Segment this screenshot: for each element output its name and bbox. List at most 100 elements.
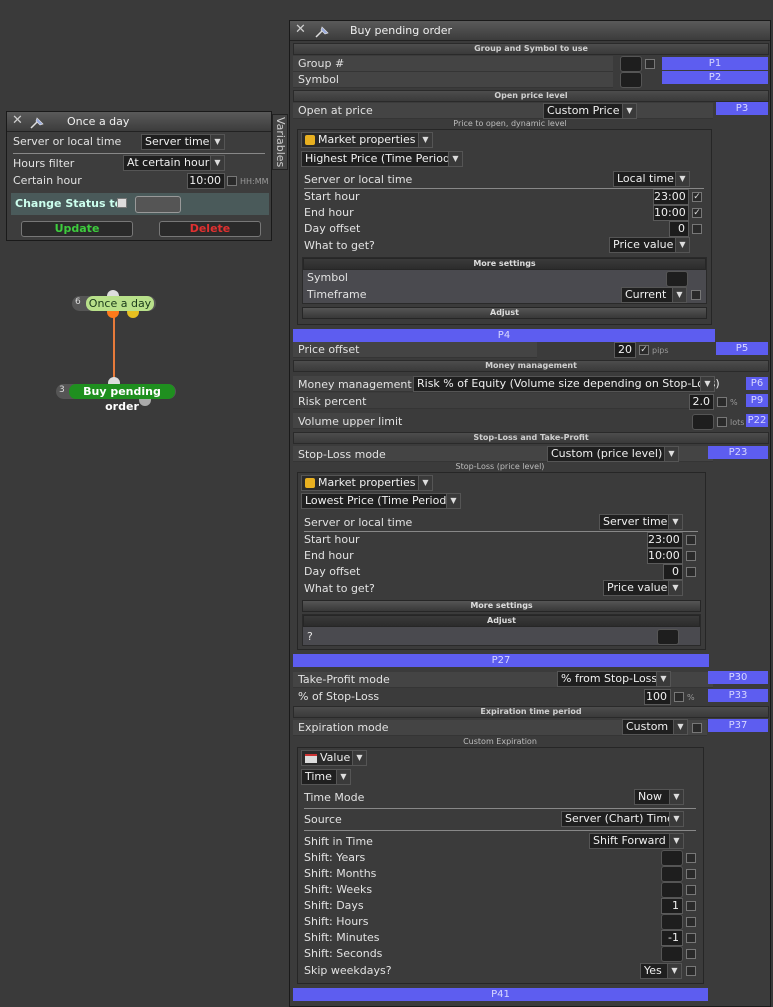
variables-tab[interactable]: Variables — [272, 114, 288, 170]
more-settings-button-2[interactable]: More settings — [302, 600, 701, 612]
months-checkbox[interactable] — [686, 869, 696, 879]
start-hour-input[interactable]: 23:00 — [653, 189, 689, 205]
adjust-header-2[interactable]: Adjust — [303, 615, 700, 627]
skip-checkbox[interactable] — [686, 966, 696, 976]
hours-filter-dropdown[interactable]: At certain hour ▼ — [123, 155, 225, 171]
p27-bar[interactable]: P27 — [293, 654, 709, 667]
seconds-checkbox[interactable] — [686, 949, 696, 959]
days-checkbox[interactable] — [686, 901, 696, 911]
lowest-price-value: Lowest Price (Time Period) — [305, 494, 451, 507]
pin-icon[interactable] — [29, 114, 47, 130]
p6-bar[interactable]: P6 — [746, 377, 768, 390]
day-offset-input[interactable]: 0 — [669, 221, 689, 237]
minutes-input[interactable]: -1 — [661, 930, 683, 946]
delete-button[interactable]: Delete — [159, 221, 261, 237]
buy-title-bar[interactable]: ✕ Buy pending order — [290, 21, 770, 41]
start2-input[interactable]: 23:00 — [647, 532, 683, 548]
p33-bar[interactable]: P33 — [708, 689, 768, 702]
time-mode-dropdown[interactable]: Now ▼ — [634, 789, 684, 805]
skip-dropdown[interactable]: Yes ▼ — [640, 963, 682, 979]
p23-bar[interactable]: P23 — [708, 446, 768, 459]
p2-bar[interactable]: P2 — [662, 71, 768, 84]
node-buy-pending-order[interactable]: 3 Buy pending order — [56, 384, 176, 413]
p30-bar[interactable]: P30 — [708, 671, 768, 684]
time-dropdown[interactable]: Time ▼ — [301, 769, 351, 785]
exp-checkbox[interactable] — [692, 723, 702, 733]
more-settings-header[interactable]: More settings — [303, 258, 706, 270]
price-offset-checkbox[interactable]: ✓ — [639, 345, 649, 355]
price-offset-input[interactable]: 20 — [614, 342, 636, 358]
p41-bar[interactable]: P41 — [293, 988, 708, 1001]
p37-bar[interactable]: P37 — [708, 719, 768, 732]
pin-icon[interactable] — [314, 23, 332, 39]
end-hour-input[interactable]: 10:00 — [653, 205, 689, 221]
adjust-button[interactable]: Adjust — [302, 307, 707, 319]
minutes-checkbox[interactable] — [686, 933, 696, 943]
lowest-price-dropdown[interactable]: Lowest Price (Time Period) ▼ — [301, 493, 461, 509]
open-dropdown[interactable]: Custom Price ▼ — [543, 103, 637, 119]
weeks-checkbox[interactable] — [686, 885, 696, 895]
p3-bar[interactable]: P3 — [716, 102, 768, 115]
sl-time-dropdown[interactable]: Local time ▼ — [613, 171, 690, 187]
symbol-input[interactable] — [620, 72, 642, 88]
what2-dropdown[interactable]: Price value ▼ — [603, 580, 683, 596]
change-status-checkbox[interactable] — [117, 198, 127, 208]
vol-input[interactable] — [692, 414, 714, 430]
node-once-a-day[interactable]: 6 Once a day — [72, 296, 156, 311]
certain-hour-checkbox[interactable] — [227, 176, 237, 186]
server-local-dropdown[interactable]: Server time ▼ — [141, 134, 225, 150]
highest-price-dropdown[interactable]: Highest Price (Time Period) ▼ — [301, 151, 463, 167]
market-properties-dropdown[interactable]: Market properties ▼ — [301, 132, 433, 148]
dayoff2-input[interactable]: 0 — [663, 564, 683, 580]
update-button[interactable]: Update — [21, 221, 133, 237]
risk-input[interactable]: 2.0 — [689, 394, 714, 410]
tp-mode-dropdown[interactable]: % from Stop-Loss ▼ — [557, 671, 671, 687]
days-input[interactable]: 1 — [661, 898, 683, 914]
end2-checkbox[interactable] — [686, 551, 696, 561]
vol-checkbox[interactable] — [717, 417, 727, 427]
seconds-input[interactable] — [661, 946, 683, 962]
group-label: Group # — [298, 57, 345, 70]
weeks-input[interactable] — [661, 882, 683, 898]
p22-bar[interactable]: P22 — [746, 414, 768, 427]
dayoff2-checkbox[interactable] — [686, 567, 696, 577]
market-properties-dropdown-2[interactable]: Market properties ▼ — [301, 475, 433, 491]
mm-dropdown[interactable]: Risk % of Equity (Volume size depending … — [413, 376, 720, 392]
shift-dropdown[interactable]: Shift Forward ▼ — [589, 833, 684, 849]
once-title-bar[interactable]: ✕ Once a day — [7, 112, 271, 132]
pct-sl-checkbox[interactable] — [674, 692, 684, 702]
sl-mode-dropdown[interactable]: Custom (price level) ▼ — [547, 446, 679, 462]
value-dropdown[interactable]: Value ▼ — [301, 750, 367, 766]
p4-bar[interactable]: P4 — [293, 329, 715, 342]
pct-sl-unit: % — [687, 693, 695, 702]
start2-checkbox[interactable] — [686, 535, 696, 545]
start-hour-checkbox[interactable]: ✓ — [692, 192, 702, 202]
close-icon[interactable]: ✕ — [295, 23, 307, 36]
day-offset-checkbox[interactable] — [692, 224, 702, 234]
years-checkbox[interactable] — [686, 853, 696, 863]
years-input[interactable] — [661, 850, 683, 866]
p5-bar[interactable]: P5 — [716, 342, 768, 355]
end2-input[interactable]: 10:00 — [647, 548, 683, 564]
group-checkbox[interactable] — [645, 59, 655, 69]
end-hour-checkbox[interactable]: ✓ — [692, 208, 702, 218]
months-input[interactable] — [661, 866, 683, 882]
p1-bar[interactable]: P1 — [662, 57, 768, 70]
risk-checkbox[interactable] — [717, 397, 727, 407]
close-icon[interactable]: ✕ — [12, 114, 24, 127]
ms-timeframe-checkbox[interactable] — [691, 290, 701, 300]
certain-hour-input[interactable]: 10:00 — [187, 173, 225, 189]
what-to-get-dropdown[interactable]: Price value ▼ — [609, 237, 690, 253]
ms-timeframe-dropdown[interactable]: Current ▼ — [621, 287, 687, 303]
change-status-color-box[interactable] — [135, 196, 181, 213]
hours-checkbox[interactable] — [686, 917, 696, 927]
pct-sl-input[interactable]: 100 — [644, 689, 671, 705]
ms-symbol-input[interactable] — [666, 271, 688, 287]
exp-dropdown[interactable]: Custom ▼ — [622, 719, 688, 735]
group-input[interactable] — [620, 56, 642, 72]
p9-bar[interactable]: P9 — [746, 394, 768, 407]
q-input[interactable] — [657, 629, 679, 645]
sl2-time-dropdown[interactable]: Server time ▼ — [599, 514, 683, 530]
hours-input[interactable] — [661, 914, 683, 930]
source-dropdown[interactable]: Server (Chart) Time ▼ — [561, 811, 684, 827]
